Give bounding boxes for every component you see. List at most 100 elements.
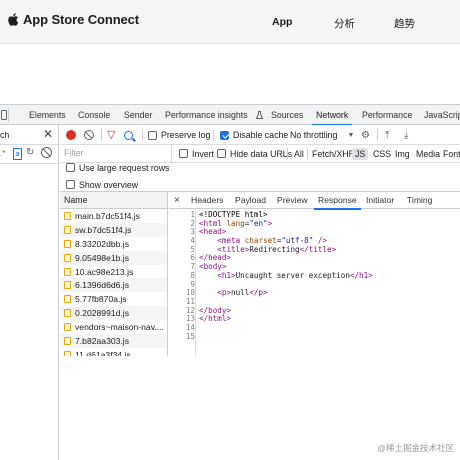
tab-response[interactable]: Response [314,192,361,210]
script-file-icon [64,267,71,276]
hide-data-urls-label: Hide data URLs [230,148,293,159]
script-file-icon [64,350,71,356]
filter-button[interactable]: ▽ [107,125,115,145]
preserve-log-label: Preserve log [161,130,211,140]
devtools-tabbar: Elements Console Sender Performance insi… [0,105,460,126]
large-rows-checkbox[interactable] [66,163,75,172]
close-detail-icon[interactable]: × [174,192,180,209]
tab-initiator[interactable]: Initiator [366,192,394,209]
match-case-icon[interactable]: a [13,148,22,160]
clear-log-icon [84,130,94,140]
wifi-settings-icon: ⚙ [361,129,370,141]
script-file-icon [64,239,71,248]
request-name: 10.ac98e213.js [75,266,134,277]
tab-timing[interactable]: Timing [407,192,432,209]
request-name: 0.2028991d.js [75,308,129,319]
nav-analytics[interactable]: 分析 [334,16,355,31]
preserve-log-toggle[interactable]: Preserve log [148,125,210,145]
left-search-panel: ch ✕ .* a ↻ [0,125,59,460]
large-rows-option[interactable]: Use large request rows [60,159,460,176]
preserve-log-checkbox[interactable] [148,130,157,140]
request-row[interactable]: 0.2028991d.js [60,306,167,321]
request-row[interactable]: 10.ac98e213.js [60,265,167,279]
tab-elements[interactable]: Elements [29,105,66,125]
tab-performance[interactable]: Performance [362,105,412,125]
divider [195,209,196,356]
request-row[interactable]: 5.77fb870a.js [60,292,167,306]
script-file-icon [64,295,71,304]
code-line: <h1>Uncaught server exception</h1> [217,270,373,280]
divider [213,129,214,141]
search-row: ch ✕ [0,125,58,145]
request-row[interactable]: 9.05498e1b.js [60,250,167,265]
overview-label: Show overview [79,179,139,190]
device-toggle-icon[interactable] [1,110,7,120]
invert-label: Invert [192,148,215,159]
search-query[interactable]: ch [0,130,9,140]
export-har-button[interactable]: ⤓ [404,125,408,145]
clear-icon[interactable] [41,147,52,158]
request-name: sw.b7dc51f4.js [75,224,132,235]
request-name: 5.77fb870a.js [75,294,127,305]
regex-toggle[interactable]: .* [0,149,5,158]
filter-icon: ▽ [107,128,116,141]
tab-network[interactable]: Network [311,105,353,126]
tab-sources[interactable]: Sources [271,105,303,125]
request-rows: main.b7dc51f4.js sw.b7dc51f4.js 8.33202dbb… [60,209,167,356]
request-name: 9.05498e1b.js [75,252,129,263]
hide-data-urls-checkbox[interactable] [217,149,226,158]
request-name: main.b7dc51f4.js [75,210,140,221]
tab-preview[interactable]: Preview [277,192,308,209]
type-media-label: Media [416,148,440,159]
beaker-icon [256,111,263,119]
disable-cache-checkbox[interactable] [220,130,229,140]
request-row[interactable]: sw.b7dc51f4.js [60,222,167,237]
request-row[interactable]: main.b7dc51f4.js [60,209,167,223]
disable-cache-label: Disable cache [233,130,289,140]
throttling-select[interactable]: No throttling ▼ [290,125,354,145]
tab-payload[interactable]: Payload [235,192,266,209]
watermark: @稀土掘金技术社区 [377,443,454,453]
script-file-icon [64,225,71,234]
type-fetch-xhr-label: Fetch/XHR [312,148,356,159]
import-har-button[interactable]: ⤒ [385,125,389,145]
brand[interactable]: App Store Connect [6,12,139,27]
tab-javascript[interactable]: JavaScript [424,105,460,125]
record-button[interactable] [66,125,76,145]
request-row[interactable]: 8.33202dbb.js [60,237,167,251]
request-row[interactable]: vendors~maison-nav.... [60,320,167,334]
request-row[interactable]: 7.b82aa303.js [60,334,167,348]
search-options-row: .* a ↻ [0,145,58,164]
search-icon [124,130,133,140]
nav-app[interactable]: App [272,16,292,28]
script-file-icon [64,309,71,318]
divider [8,108,9,122]
tab-headers[interactable]: Headers [191,192,223,209]
column-header-name[interactable]: Name [60,192,167,209]
network-conditions-button[interactable]: ⚙ [361,125,370,145]
line-number-gutter: 1 2 3 4 5 6 7 8 9 10 11 12 13 14 15 [169,210,195,341]
invert-checkbox[interactable] [179,149,188,158]
script-file-icon [64,336,71,345]
divider [287,148,288,159]
clear-button[interactable] [84,125,94,145]
detail-tabbar: × Headers Payload Preview Response Initi… [169,192,460,210]
request-row[interactable]: 11.d61a3f34.js [60,348,167,356]
request-row[interactable]: 6.1396d6d6.js [60,278,167,293]
requests-list: Name main.b7dc51f4.js sw.b7dc51f4.js 8.332… [60,192,168,356]
tab-console[interactable]: Console [78,105,110,125]
overview-checkbox[interactable] [66,180,75,189]
tab-performance-insights[interactable]: Performance insights [165,105,248,125]
search-button[interactable] [124,125,133,145]
response-code-view[interactable]: 1 2 3 4 5 6 7 8 9 10 11 12 13 14 15 <!DOCTYPE html> <ht… [169,209,460,356]
tab-sender[interactable]: Sender [124,105,152,125]
nav-trends[interactable]: 趋势 [394,16,415,31]
close-icon[interactable]: ✕ [43,127,53,141]
refresh-icon[interactable]: ↻ [26,147,34,158]
script-file-icon [64,253,71,262]
disable-cache-toggle[interactable]: Disable cache [220,125,288,145]
divider [307,148,308,159]
script-file-icon [64,323,71,332]
divider [142,129,143,141]
type-all-label: All [294,148,304,159]
